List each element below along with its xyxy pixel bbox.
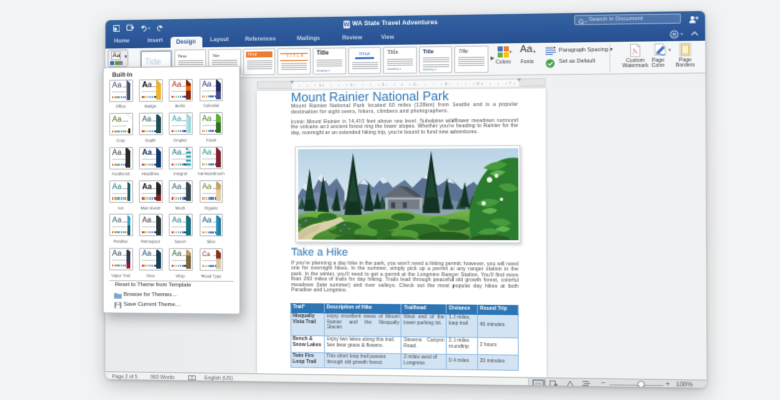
svg-text:W: W (344, 23, 350, 29)
